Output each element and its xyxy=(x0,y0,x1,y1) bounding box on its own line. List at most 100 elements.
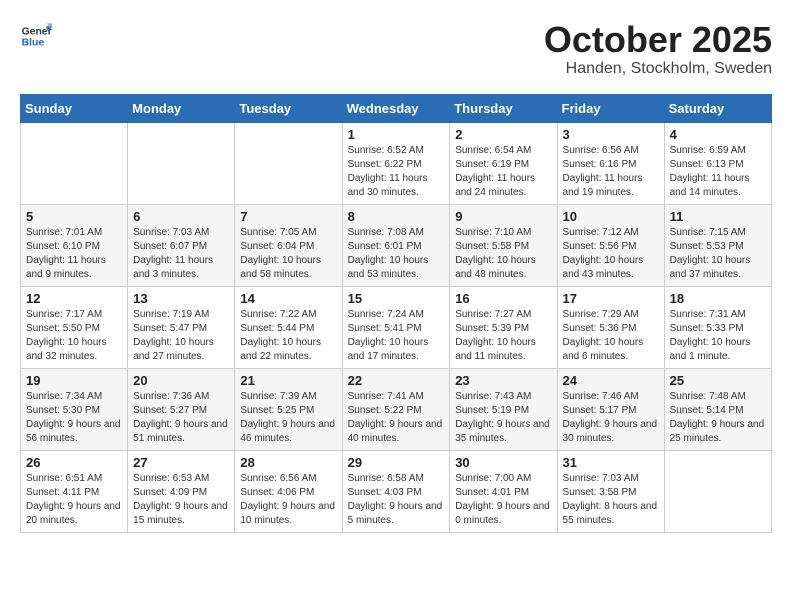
day-number: 23 xyxy=(455,373,551,388)
day-number: 2 xyxy=(455,127,551,142)
calendar-cell: 21 Sunrise: 7:39 AM Sunset: 5:25 PM Dayli… xyxy=(235,368,342,450)
day-content: Sunrise: 7:39 AM Sunset: 5:25 PM Dayligh… xyxy=(240,390,336,446)
calendar-cell: 1 Sunrise: 6:52 AM Sunset: 6:22 PM Daylig… xyxy=(342,122,450,204)
day-number: 25 xyxy=(670,373,766,388)
calendar-table: SundayMondayTuesdayWednesdayThursdayFrid… xyxy=(20,94,772,533)
day-number: 26 xyxy=(26,455,122,470)
day-content: Sunrise: 7:03 AM Sunset: 3:58 PM Dayligh… xyxy=(563,472,659,528)
calendar-cell: 24 Sunrise: 7:46 AM Sunset: 5:17 PM Dayli… xyxy=(557,368,664,450)
page-header: General Blue October 2025 Handen, Stockh… xyxy=(20,20,772,78)
weekday-header-thursday: Thursday xyxy=(450,94,557,122)
day-number: 15 xyxy=(348,291,445,306)
calendar-cell: 28 Sunrise: 6:56 AM Sunset: 4:06 PM Dayli… xyxy=(235,450,342,532)
day-number: 20 xyxy=(133,373,229,388)
day-number: 10 xyxy=(563,209,659,224)
day-content: Sunrise: 6:58 AM Sunset: 4:03 PM Dayligh… xyxy=(348,472,445,528)
day-number: 22 xyxy=(348,373,445,388)
day-content: Sunrise: 7:43 AM Sunset: 5:19 PM Dayligh… xyxy=(455,390,551,446)
calendar-cell: 6 Sunrise: 7:03 AM Sunset: 6:07 PM Daylig… xyxy=(128,204,235,286)
calendar-cell xyxy=(235,122,342,204)
day-content: Sunrise: 7:36 AM Sunset: 5:27 PM Dayligh… xyxy=(133,390,229,446)
day-number: 21 xyxy=(240,373,336,388)
day-number: 30 xyxy=(455,455,551,470)
weekday-header-sunday: Sunday xyxy=(21,94,128,122)
weekday-header-wednesday: Wednesday xyxy=(342,94,450,122)
weekday-header-friday: Friday xyxy=(557,94,664,122)
calendar-cell: 16 Sunrise: 7:27 AM Sunset: 5:39 PM Dayli… xyxy=(450,286,557,368)
calendar-cell: 12Sunrise: 7:17 AM Sunset: 5:50 PM Dayli… xyxy=(21,286,128,368)
day-content: Sunrise: 6:52 AM Sunset: 6:22 PM Dayligh… xyxy=(348,144,445,200)
calendar-cell xyxy=(21,122,128,204)
calendar-cell: 5Sunrise: 7:01 AM Sunset: 6:10 PM Daylig… xyxy=(21,204,128,286)
location: Handen, Stockholm, Sweden xyxy=(544,60,772,78)
calendar-cell: 10 Sunrise: 7:12 AM Sunset: 5:56 PM Dayli… xyxy=(557,204,664,286)
day-content: Sunrise: 7:12 AM Sunset: 5:56 PM Dayligh… xyxy=(563,226,659,282)
day-number: 8 xyxy=(348,209,445,224)
day-content: Sunrise: 7:10 AM Sunset: 5:58 PM Dayligh… xyxy=(455,226,551,282)
month-title: October 2025 xyxy=(544,20,772,60)
day-number: 14 xyxy=(240,291,336,306)
day-number: 24 xyxy=(563,373,659,388)
svg-text:Blue: Blue xyxy=(22,38,45,49)
calendar-cell: 31 Sunrise: 7:03 AM Sunset: 3:58 PM Dayli… xyxy=(557,450,664,532)
day-content: Sunrise: 7:19 AM Sunset: 5:47 PM Dayligh… xyxy=(133,308,229,364)
day-content: Sunrise: 6:51 AM Sunset: 4:11 PM Dayligh… xyxy=(26,472,122,528)
day-content: Sunrise: 7:17 AM Sunset: 5:50 PM Dayligh… xyxy=(26,308,122,364)
calendar-cell: 25 Sunrise: 7:48 AM Sunset: 5:14 PM Dayli… xyxy=(664,368,771,450)
day-content: Sunrise: 7:24 AM Sunset: 5:41 PM Dayligh… xyxy=(348,308,445,364)
calendar-cell: 18Sunrise: 7:31 AM Sunset: 5:33 PM Dayli… xyxy=(664,286,771,368)
day-number: 3 xyxy=(563,127,659,142)
calendar-cell: 3Sunrise: 6:56 AM Sunset: 6:16 PM Daylig… xyxy=(557,122,664,204)
day-content: Sunrise: 6:53 AM Sunset: 4:09 PM Dayligh… xyxy=(133,472,229,528)
day-number: 29 xyxy=(348,455,445,470)
weekday-header-tuesday: Tuesday xyxy=(235,94,342,122)
calendar-cell: 30Sunrise: 7:00 AM Sunset: 4:01 PM Dayli… xyxy=(450,450,557,532)
day-number: 7 xyxy=(240,209,336,224)
calendar-cell: 27 Sunrise: 6:53 AM Sunset: 4:09 PM Dayli… xyxy=(128,450,235,532)
day-number: 5 xyxy=(26,209,122,224)
calendar-cell: 4Sunrise: 6:59 AM Sunset: 6:13 PM Daylig… xyxy=(664,122,771,204)
calendar-cell: 9 Sunrise: 7:10 AM Sunset: 5:58 PM Daylig… xyxy=(450,204,557,286)
calendar-cell xyxy=(128,122,235,204)
week-row-1: 1 Sunrise: 6:52 AM Sunset: 6:22 PM Daylig… xyxy=(21,122,772,204)
weekday-header-saturday: Saturday xyxy=(664,94,771,122)
day-content: Sunrise: 7:41 AM Sunset: 5:22 PM Dayligh… xyxy=(348,390,445,446)
day-number: 11 xyxy=(670,209,766,224)
calendar-cell: 14Sunrise: 7:22 AM Sunset: 5:44 PM Dayli… xyxy=(235,286,342,368)
weekday-header-row: SundayMondayTuesdayWednesdayThursdayFrid… xyxy=(21,94,772,122)
calendar-cell: 13 Sunrise: 7:19 AM Sunset: 5:47 PM Dayli… xyxy=(128,286,235,368)
day-content: Sunrise: 7:29 AM Sunset: 5:36 PM Dayligh… xyxy=(563,308,659,364)
day-content: Sunrise: 7:27 AM Sunset: 5:39 PM Dayligh… xyxy=(455,308,551,364)
day-number: 13 xyxy=(133,291,229,306)
day-number: 18 xyxy=(670,291,766,306)
day-content: Sunrise: 7:15 AM Sunset: 5:53 PM Dayligh… xyxy=(670,226,766,282)
day-number: 16 xyxy=(455,291,551,306)
day-number: 27 xyxy=(133,455,229,470)
logo: General Blue xyxy=(20,20,56,52)
day-number: 6 xyxy=(133,209,229,224)
calendar-cell: 8Sunrise: 7:08 AM Sunset: 6:01 PM Daylig… xyxy=(342,204,450,286)
weekday-header-monday: Monday xyxy=(128,94,235,122)
week-row-4: 19Sunrise: 7:34 AM Sunset: 5:30 PM Dayli… xyxy=(21,368,772,450)
day-content: Sunrise: 6:59 AM Sunset: 6:13 PM Dayligh… xyxy=(670,144,766,200)
calendar-cell: 15 Sunrise: 7:24 AM Sunset: 5:41 PM Dayli… xyxy=(342,286,450,368)
day-content: Sunrise: 7:46 AM Sunset: 5:17 PM Dayligh… xyxy=(563,390,659,446)
calendar-cell: 7 Sunrise: 7:05 AM Sunset: 6:04 PM Daylig… xyxy=(235,204,342,286)
day-number: 17 xyxy=(563,291,659,306)
calendar-cell: 22 Sunrise: 7:41 AM Sunset: 5:22 PM Dayli… xyxy=(342,368,450,450)
day-number: 28 xyxy=(240,455,336,470)
day-content: Sunrise: 7:05 AM Sunset: 6:04 PM Dayligh… xyxy=(240,226,336,282)
title-block: October 2025 Handen, Stockholm, Sweden xyxy=(544,20,772,78)
day-content: Sunrise: 6:56 AM Sunset: 4:06 PM Dayligh… xyxy=(240,472,336,528)
week-row-2: 5Sunrise: 7:01 AM Sunset: 6:10 PM Daylig… xyxy=(21,204,772,286)
day-number: 1 xyxy=(348,127,445,142)
day-content: Sunrise: 7:03 AM Sunset: 6:07 PM Dayligh… xyxy=(133,226,229,282)
calendar-cell: 26 Sunrise: 6:51 AM Sunset: 4:11 PM Dayli… xyxy=(21,450,128,532)
week-row-3: 12Sunrise: 7:17 AM Sunset: 5:50 PM Dayli… xyxy=(21,286,772,368)
day-content: Sunrise: 7:48 AM Sunset: 5:14 PM Dayligh… xyxy=(670,390,766,446)
week-row-5: 26 Sunrise: 6:51 AM Sunset: 4:11 PM Dayli… xyxy=(21,450,772,532)
day-number: 9 xyxy=(455,209,551,224)
calendar-cell: 2Sunrise: 6:54 AM Sunset: 6:19 PM Daylig… xyxy=(450,122,557,204)
day-content: Sunrise: 7:34 AM Sunset: 5:30 PM Dayligh… xyxy=(26,390,122,446)
day-number: 31 xyxy=(563,455,659,470)
